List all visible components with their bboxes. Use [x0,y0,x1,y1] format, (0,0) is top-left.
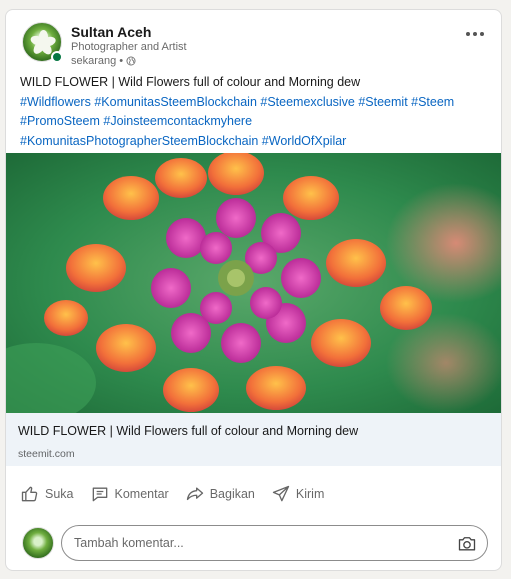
send-label: Kirim [295,487,325,501]
post-card: Sultan Aceh Photographer and Artist seka… [5,9,502,571]
post-timestamp: sekarang [71,55,117,67]
camera-icon[interactable] [457,534,477,554]
comment-composer: Tambah komentar... [22,524,488,562]
comment-button[interactable]: Komentar [84,480,175,508]
send-button[interactable]: Kirim [265,480,330,508]
post-image[interactable] [6,153,501,413]
comment-placeholder: Tambah komentar... [74,536,184,550]
post-text: WILD FLOWER | Wild Flowers full of colou… [20,73,490,151]
author-name[interactable]: Sultan Aceh [71,24,151,40]
post-actions: Suka Komentar Bagikan Kirim [14,480,330,508]
post-header: Sultan Aceh Photographer and Artist seka… [22,22,489,68]
author-headline: Photographer and Artist [71,41,187,53]
link-preview-domain: steemit.com [18,448,75,460]
share-icon [186,487,203,501]
like-button[interactable]: Suka [14,480,80,508]
current-user-avatar[interactable] [22,527,54,559]
comment-icon [92,487,107,502]
online-status-indicator [51,51,63,63]
share-button[interactable]: Bagikan [179,480,261,508]
share-label: Bagikan [209,487,255,501]
link-preview-title[interactable]: WILD FLOWER | Wild Flowers full of colou… [18,424,358,438]
hashtags-line[interactable]: #PromoSteem #Joinsteemcontackmyhere [20,112,490,132]
send-icon [272,485,290,502]
hashtags-line[interactable]: #Wildflowers #KomunitasSteemBlockchain #… [20,93,490,113]
globe-icon [126,56,136,66]
comment-input[interactable]: Tambah komentar... [61,525,488,561]
link-preview[interactable]: WILD FLOWER | Wild Flowers full of colou… [6,413,501,466]
meta-separator: • [119,55,124,67]
more-icon [466,32,484,36]
post-meta: sekarang • [71,55,136,67]
comment-label: Komentar [114,487,169,501]
more-options-button[interactable] [463,22,487,46]
hashtags-line[interactable]: #KomunitasPhotographerSteemBlockchain #W… [20,132,490,152]
like-icon [21,486,38,502]
post-caption: WILD FLOWER | Wild Flowers full of colou… [20,75,361,89]
like-label: Suka [45,487,74,501]
